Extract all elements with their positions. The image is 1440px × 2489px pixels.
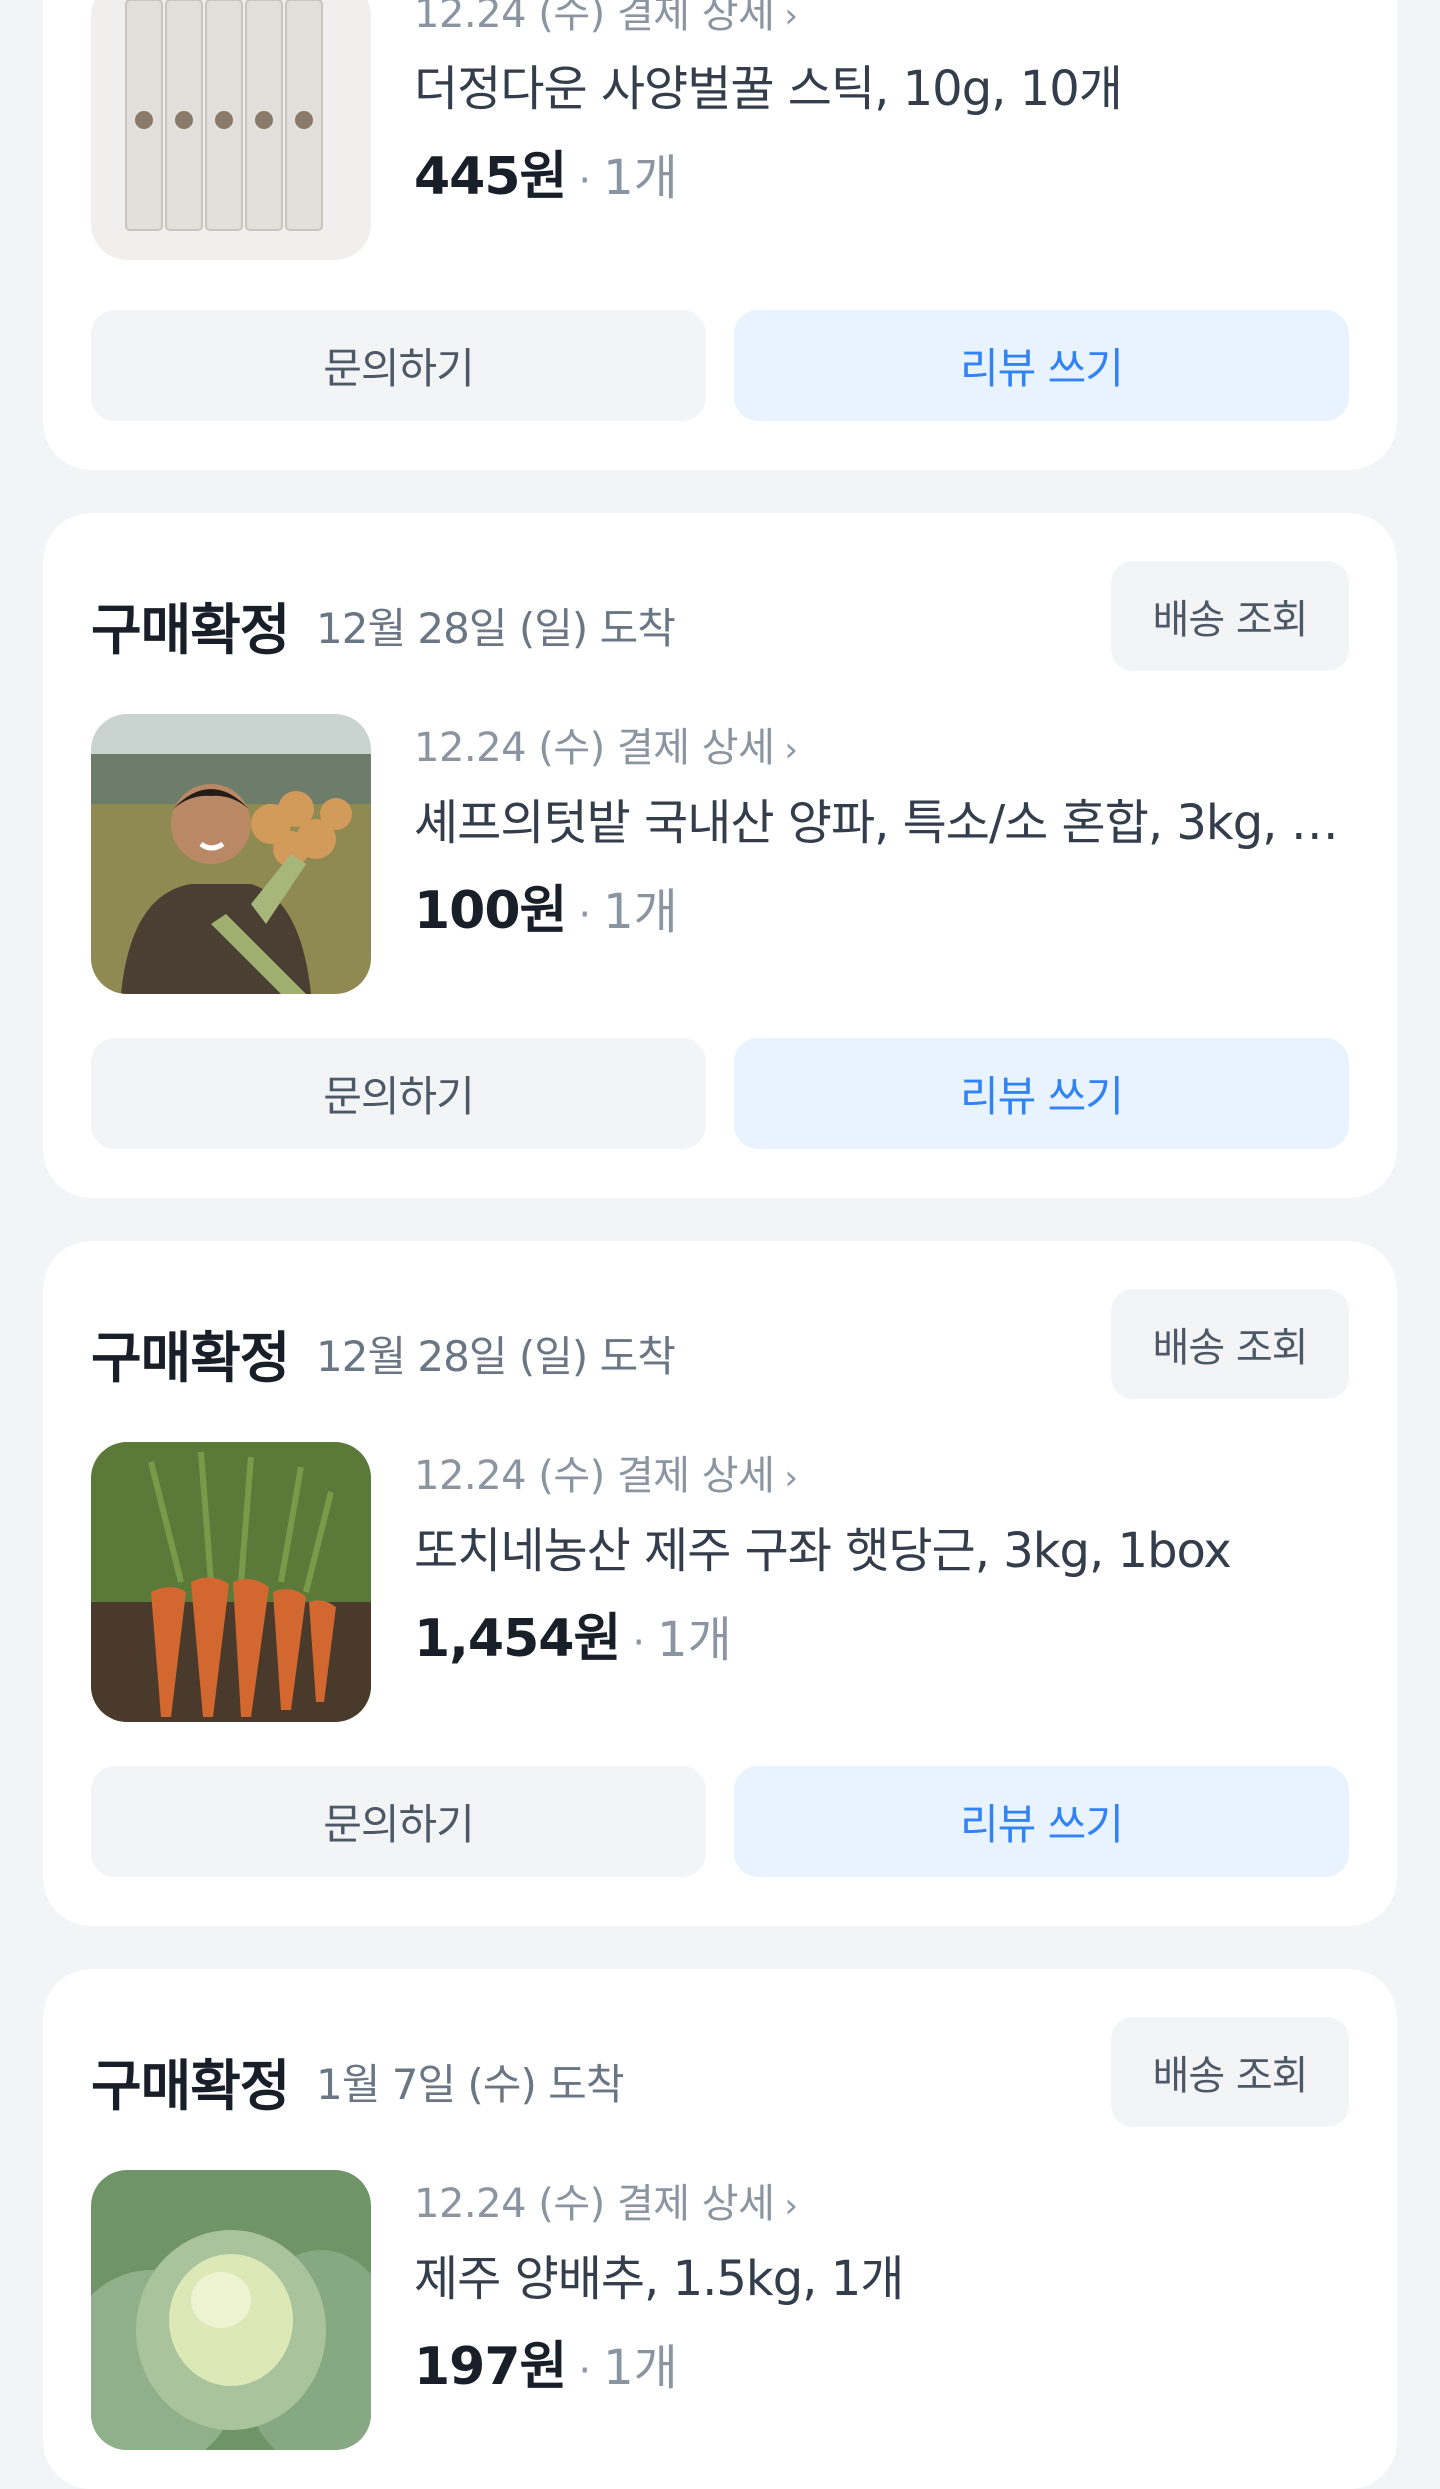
product-quantity: 1개 xyxy=(603,2340,678,2396)
write-review-button[interactable]: 리뷰 쓰기 xyxy=(734,1038,1349,1149)
inquiry-button[interactable]: 문의하기 xyxy=(91,1766,706,1877)
order-status: 구매확정 xyxy=(91,1326,290,1390)
payment-detail-link[interactable]: 12.24 (수) 결제 상세 › xyxy=(414,0,1357,44)
order-header: 구매확정 12월 28일 (일) 도착 배송 조회 xyxy=(91,1289,1349,1399)
arrival-date: 12월 28일 (일) 도착 xyxy=(316,1332,676,1381)
chevron-right-icon: › xyxy=(784,1458,798,1498)
order-header: 구매확정 1월 7일 (수) 도착 배송 조회 xyxy=(91,2017,1349,2127)
product-quantity: 1개 xyxy=(657,1612,732,1668)
product-quantity: 1개 xyxy=(603,884,678,940)
product-info: 12.24 (수) 결제 상세 › 또치네농산 제주 구좌 햇당근, 3kg, 1… xyxy=(414,1446,1357,1674)
product-thumbnail[interactable] xyxy=(91,0,371,260)
price-row: 197원 · 1개 xyxy=(414,2332,1357,2402)
separator-dot: · xyxy=(632,1620,646,1666)
product-price: 197원 xyxy=(414,2337,567,2397)
payment-detail-link[interactable]: 12.24 (수) 결제 상세 › xyxy=(414,2174,1357,2234)
separator-dot: · xyxy=(578,158,592,204)
product-name[interactable]: 더정다운 사양벌꿀 스틱, 10g, 10개 xyxy=(414,58,1357,120)
order-status: 구매확정 xyxy=(91,2054,290,2118)
chevron-right-icon: › xyxy=(784,2186,798,2226)
payment-detail-label: 12.24 (수) 결제 상세 xyxy=(414,725,775,771)
product-thumbnail[interactable] xyxy=(91,2170,371,2450)
cabbage-icon xyxy=(91,2170,371,2450)
chevron-right-icon: › xyxy=(784,0,798,36)
order-status: 구매확정 xyxy=(91,598,290,662)
product-name[interactable]: 또치네농산 제주 구좌 햇당근, 3kg, 1box xyxy=(414,1520,1357,1582)
write-review-button[interactable]: 리뷰 쓰기 xyxy=(734,1766,1349,1877)
price-row: 445원 · 1개 xyxy=(414,142,1357,212)
product-thumbnail[interactable] xyxy=(91,1442,371,1722)
track-delivery-button[interactable]: 배송 조회 xyxy=(1111,561,1349,671)
track-delivery-button[interactable]: 배송 조회 xyxy=(1111,2017,1349,2127)
arrival-date: 1월 7일 (수) 도착 xyxy=(316,2060,624,2109)
product-price: 100원 xyxy=(414,881,567,941)
honey-stick-pack-icon xyxy=(91,0,371,260)
arrival-date: 12월 28일 (일) 도착 xyxy=(316,604,676,653)
farmer-with-onions-icon xyxy=(91,714,371,994)
price-row: 1,454원 · 1개 xyxy=(414,1604,1357,1674)
product-price: 445원 xyxy=(414,147,567,207)
payment-detail-link[interactable]: 12.24 (수) 결제 상세 › xyxy=(414,1446,1357,1506)
write-review-button[interactable]: 리뷰 쓰기 xyxy=(734,310,1349,421)
product-info: 12.24 (수) 결제 상세 › 더정다운 사양벌꿀 스틱, 10g, 10개 … xyxy=(414,0,1357,212)
product-name[interactable]: 셰프의텃밭 국내산 양파, 특소/소 혼합, 3kg, 1개 xyxy=(414,792,1357,854)
inquiry-button[interactable]: 문의하기 xyxy=(91,310,706,421)
order-header: 구매확정 12월 28일 (일) 도착 배송 조회 xyxy=(91,561,1349,671)
inquiry-button[interactable]: 문의하기 xyxy=(91,1038,706,1149)
product-info: 12.24 (수) 결제 상세 › 제주 양배추, 1.5kg, 1개 197원 ·… xyxy=(414,2174,1357,2402)
product-info: 12.24 (수) 결제 상세 › 셰프의텃밭 국내산 양파, 특소/소 혼합, … xyxy=(414,718,1357,946)
product-quantity: 1개 xyxy=(603,150,678,206)
product-thumbnail[interactable] xyxy=(91,714,371,994)
payment-detail-link[interactable]: 12.24 (수) 결제 상세 › xyxy=(414,718,1357,778)
separator-dot: · xyxy=(578,2348,592,2394)
order-card: 구매확정 12월 28일 (일) 도착 배송 조회 12.24 (수) 결제 상… xyxy=(43,513,1397,1198)
track-delivery-button[interactable]: 배송 조회 xyxy=(1111,1289,1349,1399)
payment-detail-label: 12.24 (수) 결제 상세 xyxy=(414,1453,775,1499)
separator-dot: · xyxy=(578,892,592,938)
chevron-right-icon: › xyxy=(784,730,798,770)
carrots-icon xyxy=(91,1442,371,1722)
price-row: 100원 · 1개 xyxy=(414,876,1357,946)
product-name[interactable]: 제주 양배추, 1.5kg, 1개 xyxy=(414,2248,1357,2310)
payment-detail-label: 12.24 (수) 결제 상세 xyxy=(414,0,775,37)
product-price: 1,454원 xyxy=(414,1609,621,1669)
order-card: 구매확정 1월 7일 (수) 도착 배송 조회 12.24 (수) 결제 상세 ›… xyxy=(43,1969,1397,2489)
order-card: 구매확정 12월 28일 (일) 도착 배송 조회 12.24 (수) 결제 상… xyxy=(43,1241,1397,1926)
order-card: 12.24 (수) 결제 상세 › 더정다운 사양벌꿀 스틱, 10g, 10개 … xyxy=(43,0,1397,470)
payment-detail-label: 12.24 (수) 결제 상세 xyxy=(414,2181,775,2227)
